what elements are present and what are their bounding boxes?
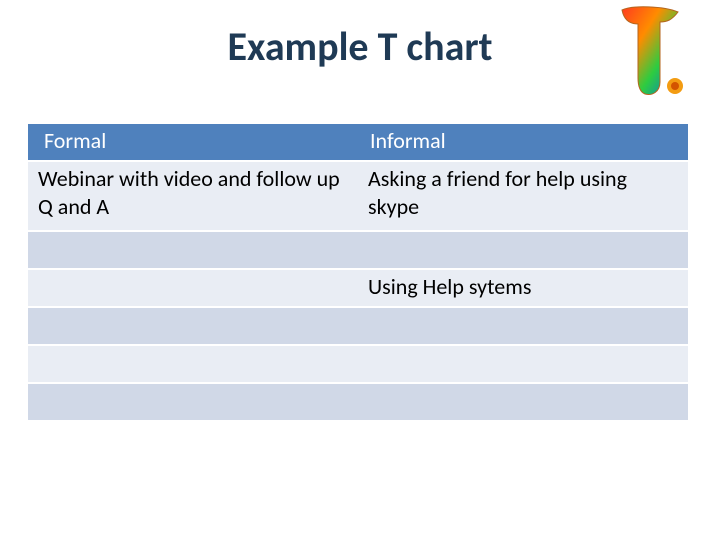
slide: Example T chart Formal Informal (0, 0, 720, 540)
header-formal: Formal (28, 124, 358, 161)
cell-informal (358, 345, 688, 383)
table-row (28, 345, 688, 383)
table-row (28, 231, 688, 269)
table-row: Using Help sytems (28, 269, 688, 307)
cell-informal (358, 307, 688, 345)
letter-t-icon (612, 0, 684, 100)
header-informal: Informal (358, 124, 688, 161)
cell-formal (28, 345, 358, 383)
cell-formal (28, 269, 358, 307)
cell-formal (28, 307, 358, 345)
cell-informal: Using Help sytems (358, 269, 688, 307)
cell-formal (28, 231, 358, 269)
cell-informal: Asking a friend for help using skype (358, 161, 688, 231)
table-row: Webinar with video and follow up Q and A… (28, 161, 688, 231)
cell-formal: Webinar with video and follow up Q and A (28, 161, 358, 231)
cell-formal (28, 383, 358, 420)
cell-informal (358, 383, 688, 420)
table-row (28, 307, 688, 345)
t-chart-table: Formal Informal Webinar with video and f… (28, 124, 688, 420)
table-header-row: Formal Informal (28, 124, 688, 161)
table-row (28, 383, 688, 420)
cell-informal (358, 231, 688, 269)
